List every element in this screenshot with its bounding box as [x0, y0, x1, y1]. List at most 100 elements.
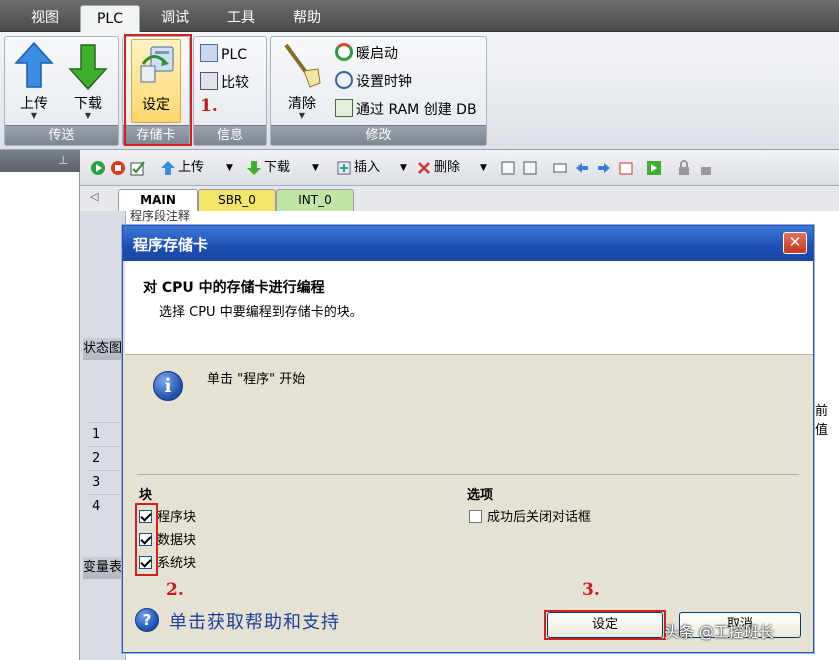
ram-db-icon — [335, 99, 353, 117]
create-db-label: 通过 RAM 创建 DB — [356, 102, 477, 118]
network-icon[interactable] — [500, 160, 516, 176]
dialog-subheading: 选择 CPU 中要编程到存储卡的块。 — [159, 305, 363, 320]
step-2-label: 2. — [166, 580, 184, 600]
blocks-label: 块 — [139, 488, 153, 503]
memory-card-dialog: 程序存储卡 ✕ 对 CPU 中的存储卡进行编程 选择 CPU 中要编程到存储卡的… — [122, 225, 814, 653]
highlight-checkboxes — [135, 503, 158, 576]
download-arrow-icon — [68, 44, 108, 91]
options-label: 选项 — [467, 488, 494, 503]
pin-icon[interactable]: ⊥ — [58, 153, 68, 167]
arrow-left-icon[interactable] — [574, 160, 590, 176]
step-1-label: 1. — [200, 96, 218, 116]
prev-value-header: 前值 — [815, 404, 829, 438]
caret-icon[interactable]: ▼ — [226, 158, 233, 178]
caret-icon[interactable]: ▼ — [400, 158, 407, 178]
dialog-header: 对 CPU 中的存储卡进行编程 选择 CPU 中要编程到存储卡的块。 — [125, 261, 813, 355]
arrow-right-icon[interactable] — [596, 160, 612, 176]
tab-sbr0[interactable]: SBR_0 — [198, 189, 276, 211]
eraser-brush-icon — [284, 43, 321, 88]
table-row: 4 — [87, 494, 125, 518]
box-icon[interactable] — [646, 160, 662, 176]
insert-icon[interactable] — [336, 160, 352, 176]
dialog-title: 程序存储卡 — [133, 236, 209, 254]
network-2-icon[interactable] — [522, 160, 538, 176]
left-pane — [0, 172, 80, 660]
toolbar-insert[interactable]: 插入 — [354, 158, 380, 178]
close-icon: ✕ — [788, 233, 802, 251]
checkbox-label: 成功后关闭对话框 — [487, 510, 592, 525]
coil-icon[interactable] — [618, 160, 634, 176]
unlock-icon[interactable] — [698, 160, 714, 176]
caret-icon[interactable]: ▼ — [480, 158, 487, 178]
compare-icon — [200, 72, 218, 90]
run-icon[interactable] — [90, 160, 106, 176]
table-row: 1 — [87, 422, 125, 446]
help-icon[interactable]: ? — [135, 608, 159, 632]
checkbox-label: 数据块 — [157, 533, 197, 548]
caret-icon: ▼ — [298, 111, 306, 120]
menu-tools[interactable]: 工具 — [210, 5, 272, 32]
menu-plc[interactable]: PLC — [80, 5, 140, 32]
left-pane-header: ⊥ — [0, 150, 80, 172]
toolbar-delete[interactable]: 删除 — [434, 158, 460, 178]
plc-info-icon — [200, 44, 218, 62]
compare-button[interactable]: 比较 — [200, 72, 249, 94]
separator — [137, 474, 799, 475]
upload-button[interactable]: 上传 ▼ — [9, 39, 59, 123]
info-message: 单击 "程序" 开始 — [207, 372, 306, 387]
download-label: 下载 — [74, 96, 102, 112]
pou-tabs: ◁ MAIN SBR_0 INT_0 — [80, 186, 839, 211]
upload-arrow-icon — [14, 41, 54, 88]
dialog-heading: 对 CPU 中的存储卡进行编程 — [143, 280, 325, 296]
toolbar-download[interactable]: 下载 — [264, 158, 290, 178]
upload-small-icon[interactable] — [160, 160, 176, 176]
menu-view[interactable]: 视图 — [14, 5, 76, 32]
highlight-memcard — [124, 34, 192, 146]
info-icon: i — [153, 371, 183, 401]
editor-toolbar: 上传 ▼ 下载 ▼ 插入 ▼ 删除 ▼ — [80, 150, 839, 186]
menu-bar: 视图 PLC 调试 工具 帮助 — [0, 0, 839, 32]
contact-icon[interactable] — [552, 160, 568, 176]
warm-start-label: 暖启动 — [356, 46, 398, 62]
tab-int0[interactable]: INT_0 — [276, 189, 354, 211]
upload-label: 上传 — [20, 96, 48, 112]
checkbox[interactable] — [469, 510, 482, 523]
var-table-title: 变量表 — [83, 557, 125, 579]
stop-icon[interactable] — [110, 160, 126, 176]
toolbar-upload[interactable]: 上传 — [178, 158, 204, 178]
help-link[interactable]: 单击获取帮助和支持 — [169, 608, 340, 634]
checkbox-close-on-success[interactable]: 成功后关闭对话框 — [469, 509, 591, 529]
dialog-titlebar: 程序存储卡 ✕ — [123, 226, 813, 261]
clear-button[interactable]: 清除 ▼ — [277, 39, 327, 123]
status-chart-title: 状态图 — [83, 338, 125, 360]
table-row: 3 — [87, 470, 125, 494]
highlight-set-button — [544, 610, 666, 640]
tab-scroll-left-icon[interactable]: ◁ — [90, 190, 98, 203]
group-label-info: 信息 — [194, 125, 266, 145]
delete-icon[interactable] — [416, 160, 432, 176]
caret-icon[interactable]: ▼ — [312, 158, 319, 178]
compare-label: 比较 — [221, 75, 249, 91]
group-label-modify: 修改 — [271, 125, 486, 145]
network-comment: 程序段注释 — [130, 209, 191, 223]
plc-info-button[interactable]: PLC — [200, 44, 247, 66]
checkbox-label: 程序块 — [157, 510, 197, 525]
group-label-transfer: 传送 — [5, 125, 118, 145]
group-modify: 清除 ▼ 暖启动 设置时钟 通过 RAM 创建 DB 修改 — [270, 36, 487, 146]
clock-icon — [335, 71, 353, 89]
menu-debug[interactable]: 调试 — [144, 5, 206, 32]
set-clock-label: 设置时钟 — [356, 74, 412, 90]
compile-icon[interactable] — [130, 160, 146, 176]
create-db-button[interactable]: 通过 RAM 创建 DB — [335, 99, 477, 121]
download-small-icon[interactable] — [246, 160, 262, 176]
warm-start-button[interactable]: 暖启动 — [335, 43, 398, 65]
set-clock-button[interactable]: 设置时钟 — [335, 71, 412, 93]
caret-icon: ▼ — [30, 111, 38, 120]
download-button[interactable]: 下载 ▼ — [63, 39, 113, 123]
group-info: PLC 比较 信息 — [193, 36, 267, 146]
menu-help[interactable]: 帮助 — [276, 5, 338, 32]
lock-icon[interactable] — [676, 160, 692, 176]
clear-label: 清除 — [288, 96, 316, 112]
close-button[interactable]: ✕ — [783, 232, 807, 254]
plc-info-label: PLC — [221, 47, 248, 63]
